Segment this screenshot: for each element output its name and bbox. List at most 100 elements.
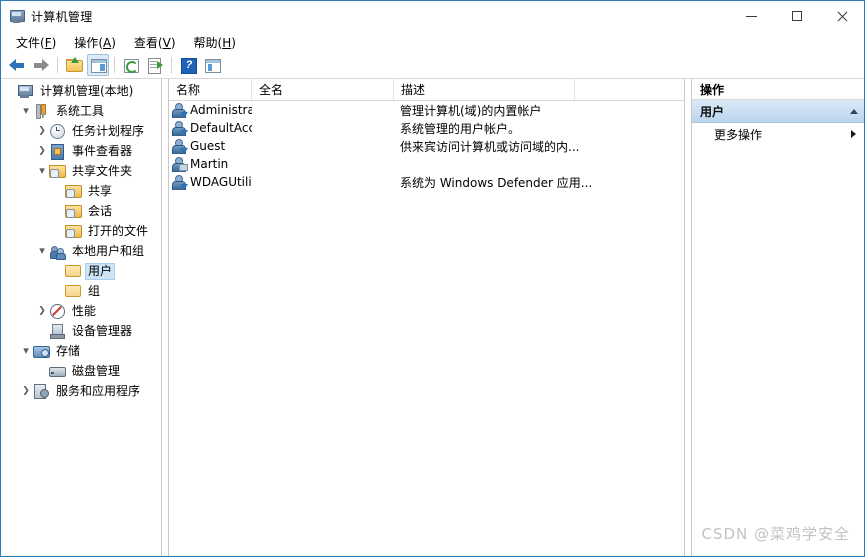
refresh-button[interactable] — [120, 54, 142, 76]
chevron-up-icon — [850, 108, 858, 114]
tree-node-13[interactable]: 存储 — [1, 341, 161, 361]
shared-folder-icon — [65, 183, 82, 199]
maximize-button[interactable] — [774, 1, 819, 31]
show-hide-console-tree-button[interactable] — [87, 54, 109, 76]
table-row[interactable]: DefaultAcc... 系统管理的用户帐户。 — [169, 119, 684, 137]
chevron-down-icon[interactable] — [19, 101, 33, 122]
chevron-right-icon[interactable] — [35, 301, 49, 321]
tree-node-label: 共享文件夹 — [72, 163, 133, 178]
table-row[interactable]: Guest 供来宾访问计算机或访问域的内... — [169, 137, 684, 155]
tree-node-0[interactable]: 计算机管理(本地) — [1, 81, 161, 101]
action-more-actions-label: 更多操作 — [714, 127, 763, 142]
help-button[interactable]: ? — [177, 54, 199, 76]
computer-icon — [17, 83, 33, 99]
tree-node-label: 磁盘管理 — [72, 363, 121, 378]
chevron-right-icon — [851, 130, 856, 138]
help-icon: ? — [180, 57, 197, 74]
close-button[interactable] — [819, 1, 864, 31]
user-disabled-icon — [172, 102, 188, 118]
tree-node-3[interactable]: 事件查看器 — [1, 141, 161, 161]
toolbar-separator — [114, 57, 115, 73]
close-icon — [836, 11, 847, 22]
forward-button[interactable] — [30, 54, 52, 76]
tree-node-label: 组 — [88, 283, 101, 298]
window-controls — [729, 1, 864, 31]
action-more-actions[interactable]: 更多操作 — [692, 123, 864, 145]
export-list-button[interactable] — [144, 54, 166, 76]
chevron-down-icon[interactable] — [35, 241, 49, 262]
tree-list-splitter[interactable] — [161, 79, 169, 556]
table-row[interactable]: WDAGUtilit... 系统为 Windows Defender 应用... — [169, 173, 684, 191]
cell-name: Guest — [169, 138, 252, 154]
column-header-description[interactable]: 描述 — [394, 79, 575, 100]
device-manager-icon — [49, 323, 65, 339]
tree-node-7[interactable]: 打开的文件 — [1, 221, 161, 241]
tree-node-label: 存储 — [56, 343, 81, 358]
tree-node-label: 事件查看器 — [72, 143, 133, 158]
chevron-right-icon[interactable] — [19, 381, 33, 401]
toolbar-separator — [171, 57, 172, 73]
chevron-right-icon[interactable] — [35, 141, 49, 161]
user-icon — [172, 156, 188, 172]
menu-action[interactable]: 操作(A) — [65, 32, 125, 53]
actions-section-users[interactable]: 用户 — [692, 100, 864, 123]
tree-node-9[interactable]: 用户 — [1, 261, 161, 281]
chevron-right-icon[interactable] — [35, 121, 49, 141]
cell-name: WDAGUtilit... — [169, 174, 252, 190]
tree-node-14[interactable]: 磁盘管理 — [1, 361, 161, 381]
tree-node-1[interactable]: 系统工具 — [1, 101, 161, 121]
tree-node-12[interactable]: 设备管理器 — [1, 321, 161, 341]
tree-node-6[interactable]: 会话 — [1, 201, 161, 221]
minimize-icon — [746, 15, 757, 17]
tree-node-15[interactable]: 服务和应用程序 — [1, 381, 161, 401]
tree-node-10[interactable]: 组 — [1, 281, 161, 301]
title-bar: 计算机管理 — [1, 1, 864, 32]
toolbar: ? — [1, 52, 864, 79]
menu-view-accel: V — [162, 35, 171, 50]
column-header-filler — [575, 79, 684, 100]
tree-node-label: 系统工具 — [56, 103, 105, 118]
list-actions-splitter[interactable] — [684, 79, 692, 556]
performance-icon — [49, 303, 65, 319]
cell-name: Administrat... — [169, 102, 252, 118]
computer-management-window: 计算机管理 文件(F) 操作(A) 查看(V) 帮助(H) ? 计算机管理(本地… — [0, 0, 865, 557]
actions-section-title: 用户 — [700, 104, 725, 119]
shared-folder-icon — [65, 223, 82, 239]
menu-view[interactable]: 查看(V) — [125, 32, 185, 53]
clock-icon — [49, 123, 65, 139]
tree-node-8[interactable]: 本地用户和组 — [1, 241, 161, 261]
cell-description: 系统为 Windows Defender 应用... — [400, 175, 593, 190]
column-header-name[interactable]: 名称 — [169, 79, 252, 100]
menu-help[interactable]: 帮助(H) — [185, 32, 245, 53]
maximize-icon — [791, 11, 802, 21]
menu-file[interactable]: 文件(F) — [7, 32, 65, 53]
tree-node-4[interactable]: 共享文件夹 — [1, 161, 161, 181]
column-header-full-name[interactable]: 全名 — [252, 79, 394, 100]
tree-node-label: 任务计划程序 — [72, 123, 145, 138]
tree-node-label: 会话 — [88, 203, 113, 218]
tree-node-2[interactable]: 任务计划程序 — [1, 121, 161, 141]
up-one-level-button[interactable] — [63, 54, 85, 76]
disk-management-icon — [49, 363, 66, 379]
cell-description: 供来宾访问计算机或访问域的内... — [400, 139, 580, 154]
chevron-down-icon[interactable] — [19, 341, 33, 362]
action-pane-icon — [204, 57, 221, 73]
menu-help-label: 帮助 — [193, 35, 218, 50]
menu-file-accel: F — [44, 35, 52, 50]
table-row[interactable]: Martin — [169, 155, 684, 173]
refresh-icon — [123, 57, 139, 73]
tree-node-11[interactable]: 性能 — [1, 301, 161, 321]
table-row[interactable]: Administrat... 管理计算机(域)的内置帐户 — [169, 101, 684, 119]
chevron-down-icon[interactable] — [35, 161, 49, 182]
show-action-pane-button[interactable] — [201, 54, 223, 76]
list-column-headers: 名称 全名 描述 — [169, 79, 684, 101]
minimize-button[interactable] — [729, 1, 774, 31]
user-name: Guest — [190, 139, 226, 153]
tree-node-5[interactable]: 共享 — [1, 181, 161, 201]
list-view-pane[interactable]: 名称 全名 描述 Administrat...管理计算机(域)的内置帐户Defa… — [169, 79, 684, 556]
tree-node-label: 性能 — [72, 303, 97, 318]
back-button[interactable] — [6, 54, 28, 76]
back-arrow-icon — [9, 59, 25, 71]
console-tree-pane[interactable]: 计算机管理(本地) 系统工具任务计划程序事件查看器共享文件夹共享会话打开的文件本地… — [1, 79, 161, 556]
cell-description: 系统管理的用户帐户。 — [400, 121, 521, 136]
